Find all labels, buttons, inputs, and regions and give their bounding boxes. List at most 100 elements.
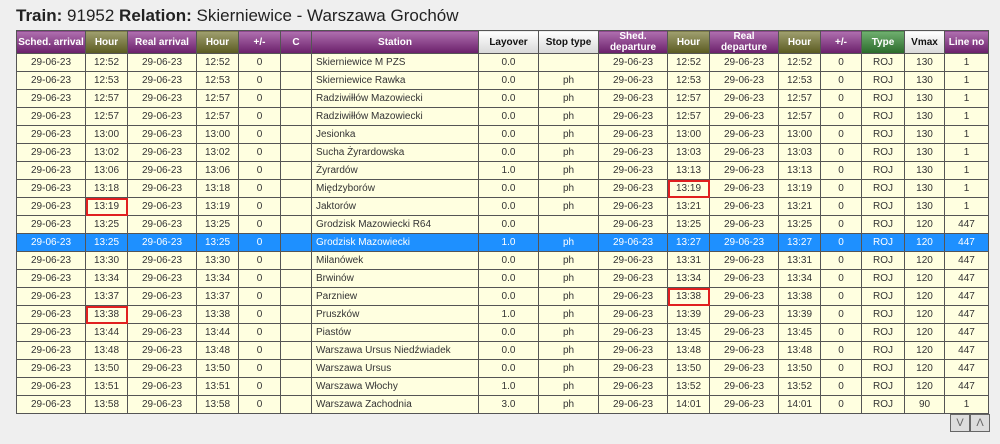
table-row[interactable]: 29-06-23 13:00 29-06-23 13:00 0 Jesionka 0.0 ph… <box>16 125 989 144</box>
column-header[interactable]: Vmax <box>904 30 945 54</box>
table-cell: 13:44 <box>196 323 239 342</box>
station-cell: Jesionka <box>311 125 479 144</box>
table-cell: 1.0 <box>478 305 539 324</box>
table-cell: 13:45 <box>778 323 821 342</box>
table-cell: 29-06-23 <box>127 251 197 270</box>
table-cell: 29-06-23 <box>16 287 86 306</box>
table-cell: 29-06-23 <box>598 269 668 288</box>
table-row[interactable]: 29-06-23 13:38 29-06-23 13:38 0 Pruszków 1.0 ph… <box>16 305 989 324</box>
table-row[interactable]: 29-06-23 13:44 29-06-23 13:44 0 Piastów 0.0 ph 2… <box>16 323 989 342</box>
table-cell <box>280 251 312 270</box>
table-cell: 1 <box>944 143 989 162</box>
table-row[interactable]: 29-06-23 13:18 29-06-23 13:18 0 Międzyborów 0.… <box>16 179 989 198</box>
table-row[interactable]: 29-06-23 13:30 29-06-23 13:30 0 Milanówek 0.0 p… <box>16 251 989 270</box>
column-header[interactable]: +/- <box>238 30 281 54</box>
table-cell: 0 <box>238 53 281 72</box>
table-row[interactable]: 29-06-23 13:48 29-06-23 13:48 0 Warszawa Ursu… <box>16 341 989 360</box>
station-cell: Parzniew <box>311 287 479 306</box>
table-cell: 29-06-23 <box>709 107 779 126</box>
column-header[interactable]: C <box>280 30 312 54</box>
table-row[interactable]: 29-06-23 13:06 29-06-23 13:06 0 Żyrardów 1.0 ph… <box>16 161 989 180</box>
table-cell: 29-06-23 <box>709 143 779 162</box>
table-cell: 13:38 <box>85 305 128 324</box>
table-row[interactable]: 29-06-23 13:58 29-06-23 13:58 0 Warszawa Zach… <box>16 395 989 414</box>
column-header[interactable]: Hour <box>667 30 710 54</box>
table-cell: 130 <box>904 125 945 144</box>
table-cell: 29-06-23 <box>127 125 197 144</box>
station-cell: Radziwiłłów Mazowiecki <box>311 107 479 126</box>
table-row[interactable]: 29-06-23 12:53 29-06-23 12:53 0 Skierniewice … <box>16 71 989 90</box>
table-row[interactable]: 29-06-23 13:50 29-06-23 13:50 0 Warszawa Ursu… <box>16 359 989 378</box>
column-header[interactable]: +/- <box>820 30 862 54</box>
table-cell: 29-06-23 <box>709 125 779 144</box>
table-cell: 29-06-23 <box>127 323 197 342</box>
table-cell: 0 <box>238 395 281 414</box>
table-cell: 0 <box>820 323 862 342</box>
column-header[interactable]: Sched. arrival <box>16 30 86 54</box>
table-cell: 13:13 <box>667 161 710 180</box>
table-cell <box>280 71 312 90</box>
table-cell: 1.0 <box>478 161 539 180</box>
column-header[interactable]: Shed. departure <box>598 30 668 54</box>
column-header[interactable]: Line no <box>944 30 989 54</box>
column-header[interactable]: Station <box>311 30 479 54</box>
table-cell: ROJ <box>861 197 905 216</box>
table-cell: 447 <box>944 233 989 252</box>
table-cell <box>280 395 312 414</box>
column-header[interactable]: Real arrival <box>127 30 197 54</box>
table-row[interactable]: 29-06-23 13:34 29-06-23 13:34 0 Brwinów 0.0 ph 2… <box>16 269 989 288</box>
table-cell: 13:00 <box>778 125 821 144</box>
table-cell: ROJ <box>861 395 905 414</box>
table-cell: 13:34 <box>85 269 128 288</box>
table-cell: 29-06-23 <box>16 215 86 234</box>
table-cell: ROJ <box>861 377 905 396</box>
table-row[interactable]: 29-06-23 13:02 29-06-23 13:02 0 Sucha Żyrardo… <box>16 143 989 162</box>
table-cell: 1 <box>944 179 989 198</box>
table-row[interactable]: 29-06-23 12:57 29-06-23 12:57 0 Radziwiłłów M… <box>16 89 989 108</box>
table-cell: 29-06-23 <box>16 125 86 144</box>
table-cell: 13:37 <box>85 287 128 306</box>
table-cell: 0 <box>238 287 281 306</box>
table-cell: 29-06-23 <box>127 233 197 252</box>
table-cell: 3.0 <box>478 395 539 414</box>
column-header[interactable]: Layover <box>478 30 539 54</box>
table-cell: 0 <box>820 53 862 72</box>
table-row[interactable]: 29-06-23 13:25 29-06-23 13:25 0 Grodzisk Mazo… <box>16 215 989 234</box>
table-row[interactable]: 29-06-23 13:51 29-06-23 13:51 0 Warszawa Włoc… <box>16 377 989 396</box>
column-header[interactable]: Hour <box>196 30 239 54</box>
table-cell: 29-06-23 <box>16 233 86 252</box>
column-header[interactable]: Stop type <box>538 30 599 54</box>
table-cell: 12:53 <box>85 71 128 90</box>
column-header[interactable]: Real departure <box>709 30 779 54</box>
table-row[interactable]: 29-06-23 12:57 29-06-23 12:57 0 Radziwiłłów M… <box>16 107 989 126</box>
table-cell: 13:25 <box>196 215 239 234</box>
table-cell: 0 <box>238 71 281 90</box>
table-cell: 0 <box>238 377 281 396</box>
table-cell: ph <box>538 233 599 252</box>
table-row[interactable]: 29-06-23 13:25 29-06-23 13:25 0 Grodzisk Mazo… <box>16 233 989 252</box>
table-cell: 29-06-23 <box>127 377 197 396</box>
table-cell: 13:50 <box>778 359 821 378</box>
table-cell: 120 <box>904 287 945 306</box>
scroll-down-button[interactable]: V <box>950 414 970 432</box>
column-header[interactable]: Hour <box>778 30 821 54</box>
table-cell: 13:31 <box>667 251 710 270</box>
table-cell: 29-06-23 <box>16 197 86 216</box>
table-cell <box>280 287 312 306</box>
table-cell: 120 <box>904 341 945 360</box>
table-row[interactable]: 29-06-23 13:19 29-06-23 13:19 0 Jaktorów 0.0 ph… <box>16 197 989 216</box>
table-cell: 29-06-23 <box>127 359 197 378</box>
column-header[interactable]: Hour <box>85 30 128 54</box>
table-row[interactable]: 29-06-23 13:37 29-06-23 13:37 0 Parzniew 0.0 ph… <box>16 287 989 306</box>
table-cell: 29-06-23 <box>16 107 86 126</box>
station-cell: Pruszków <box>311 305 479 324</box>
column-header[interactable]: Type <box>861 30 905 54</box>
table-row[interactable]: 29-06-23 12:52 29-06-23 12:52 0 Skierniewice … <box>16 53 989 72</box>
table-cell: 1.0 <box>478 233 539 252</box>
table-cell: ROJ <box>861 341 905 360</box>
table-cell: 29-06-23 <box>127 215 197 234</box>
station-cell: Żyrardów <box>311 161 479 180</box>
table-cell: 12:57 <box>196 107 239 126</box>
scroll-up-button[interactable]: Λ <box>970 414 990 432</box>
table-cell: 1 <box>944 53 989 72</box>
